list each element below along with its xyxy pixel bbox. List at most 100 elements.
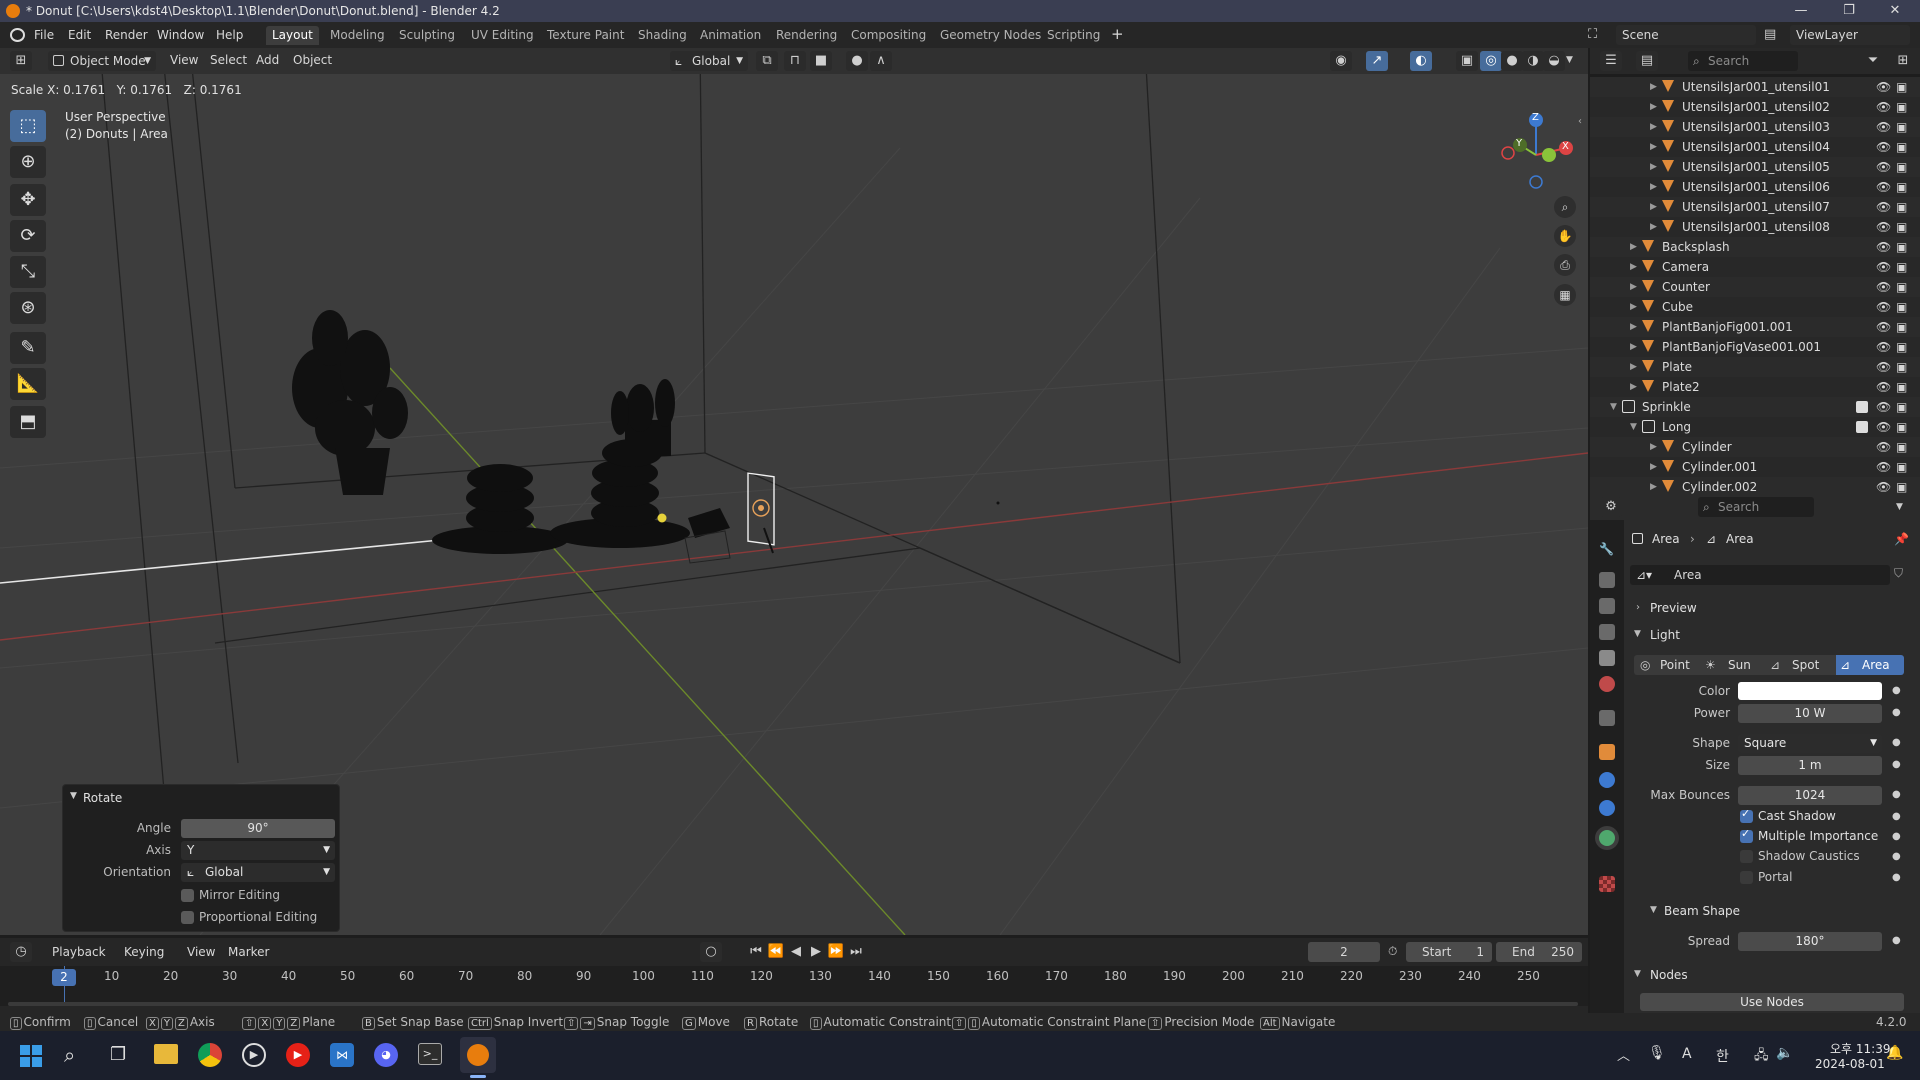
chevron-right-icon[interactable]: ▶ bbox=[1650, 437, 1657, 457]
transform-tool[interactable]: ⊛ bbox=[10, 292, 46, 324]
eye-icon[interactable]: 👁 bbox=[1876, 437, 1891, 457]
outliner-row[interactable]: ▶ PlantBanjoFigVase001.001 👁 ▣ bbox=[1590, 337, 1920, 357]
light-type-point[interactable]: Point bbox=[1660, 658, 1690, 672]
eye-icon[interactable]: 👁 bbox=[1876, 177, 1891, 197]
chevron-right-icon[interactable]: ▶ bbox=[1650, 177, 1657, 197]
minimize-icon[interactable]: — bbox=[1778, 0, 1824, 22]
start-frame-field[interactable]: Start 1 bbox=[1406, 942, 1492, 962]
spread-field[interactable]: 180° bbox=[1738, 932, 1882, 951]
transform-orientation-dropdown[interactable]: ⟀ Global ▼ bbox=[670, 51, 748, 71]
new-collection-icon[interactable]: ⊞ bbox=[1892, 51, 1914, 71]
view-layer-selector[interactable]: ViewLayer bbox=[1790, 25, 1910, 45]
chevron-right-icon[interactable]: ▶ bbox=[1650, 117, 1657, 137]
camera-restrict-icon[interactable]: ▣ bbox=[1896, 257, 1907, 277]
object-mode-dropdown[interactable]: Object Mode ▼ bbox=[48, 51, 156, 71]
max-bounces-field[interactable]: 1024 bbox=[1738, 786, 1882, 805]
outliner-row[interactable]: ▼ Sprinkle 👁 ▣ bbox=[1590, 397, 1920, 417]
keyframe-dot-icon[interactable]: ● bbox=[1892, 851, 1901, 862]
search-icon[interactable]: ⌕ bbox=[64, 1043, 75, 1067]
chevron-right-icon[interactable]: ▶ bbox=[1650, 77, 1657, 97]
eye-icon[interactable]: 👁 bbox=[1876, 377, 1891, 397]
eye-icon[interactable]: 👁 bbox=[1876, 217, 1891, 237]
visibility-icon[interactable]: ◉ bbox=[1330, 51, 1352, 71]
eye-icon[interactable]: 👁 bbox=[1876, 197, 1891, 217]
chevron-right-icon[interactable]: ▶ bbox=[1630, 337, 1637, 357]
beam-shape-panel-header[interactable]: Beam Shape bbox=[1664, 904, 1740, 918]
multiple-importance-checkbox[interactable] bbox=[1740, 827, 1753, 843]
chevron-right-icon[interactable]: ▶ bbox=[1630, 357, 1637, 377]
keyframe-dot-icon[interactable]: ● bbox=[1892, 831, 1901, 842]
preview-panel-header[interactable]: Preview bbox=[1650, 601, 1697, 615]
camera-restrict-icon[interactable]: ▣ bbox=[1896, 117, 1907, 137]
cast-shadow-checkbox[interactable] bbox=[1740, 807, 1753, 823]
outliner-row[interactable]: ▶ Cylinder.001 👁 ▣ bbox=[1590, 457, 1920, 477]
keyframe-dot-icon[interactable]: ● bbox=[1892, 789, 1901, 800]
portal-checkbox[interactable] bbox=[1740, 871, 1753, 884]
eye-icon[interactable]: 👁 bbox=[1876, 237, 1891, 257]
close-icon[interactable]: ✕ bbox=[1872, 0, 1918, 22]
physics-tab-icon[interactable] bbox=[1599, 800, 1615, 816]
chevron-right-icon[interactable]: ▶ bbox=[1630, 257, 1637, 277]
axis-dropdown[interactable]: Y ▼ bbox=[181, 841, 335, 860]
camera-restrict-icon[interactable]: ▣ bbox=[1896, 437, 1907, 457]
keyframe-dot-icon[interactable]: ● bbox=[1892, 685, 1901, 696]
youtube-music-icon[interactable]: ▶ bbox=[286, 1043, 310, 1067]
play-reverse-icon[interactable]: ◀ bbox=[785, 942, 807, 962]
microphone-icon[interactable]: 🎙 bbox=[1648, 1045, 1666, 1061]
current-frame-field[interactable]: 2 bbox=[1308, 942, 1380, 962]
chrome-icon[interactable] bbox=[198, 1043, 222, 1067]
view-layer-tab-icon[interactable] bbox=[1599, 624, 1615, 640]
chevron-right-icon[interactable]: ▶ bbox=[1650, 137, 1657, 157]
viewport-menu-add[interactable]: Add bbox=[256, 53, 279, 67]
overlays-toggle-icon[interactable]: ◐ bbox=[1410, 51, 1432, 71]
eye-icon[interactable]: 👁 bbox=[1876, 337, 1891, 357]
gizmo-toggle-icon[interactable]: ↗ bbox=[1366, 51, 1388, 71]
material-shading-icon[interactable]: ◑ bbox=[1522, 51, 1544, 71]
chevron-down-icon[interactable]: ▼ bbox=[1634, 629, 1641, 639]
camera-restrict-icon[interactable]: ▣ bbox=[1896, 397, 1907, 417]
outliner-row[interactable]: ▶ UtensilsJar001_utensil06 👁 ▣ bbox=[1590, 177, 1920, 197]
falloff-icon[interactable]: ∧ bbox=[870, 51, 892, 71]
camera-restrict-icon[interactable]: ▣ bbox=[1896, 297, 1907, 317]
chevron-down-icon[interactable]: ▼ bbox=[70, 791, 77, 801]
timeline-menu-view[interactable]: View bbox=[187, 945, 215, 959]
chevron-down-icon[interactable]: ▼ bbox=[1566, 55, 1573, 65]
power-field[interactable]: 10 W bbox=[1738, 704, 1882, 723]
outliner-row[interactable]: ▶ Backsplash 👁 ▣ bbox=[1590, 237, 1920, 257]
keyframe-dot-icon[interactable]: ● bbox=[1892, 759, 1901, 770]
blender-menu-icon[interactable] bbox=[10, 28, 25, 42]
keyframe-dot-icon[interactable]: ● bbox=[1892, 935, 1901, 946]
scene-selector[interactable]: Scene bbox=[1616, 25, 1756, 45]
outliner-row[interactable]: ▶ Cylinder 👁 ▣ bbox=[1590, 437, 1920, 457]
outliner-row[interactable]: ▶ Plate2 👁 ▣ bbox=[1590, 377, 1920, 397]
outliner-row[interactable]: ▶ UtensilsJar001_utensil02 👁 ▣ bbox=[1590, 97, 1920, 117]
navigation-gizmo[interactable]: Z X Y bbox=[1498, 110, 1576, 190]
play-icon[interactable]: ▶ bbox=[805, 942, 827, 962]
chevron-right-icon[interactable]: ▶ bbox=[1650, 157, 1657, 177]
camera-restrict-icon[interactable]: ▣ bbox=[1896, 177, 1907, 197]
camera-restrict-icon[interactable]: ▣ bbox=[1896, 457, 1907, 477]
chevron-down-icon[interactable]: ▼ bbox=[1634, 969, 1641, 979]
eye-icon[interactable]: 👁 bbox=[1876, 417, 1891, 437]
light-datablock-selector[interactable]: ⊿▾ Area bbox=[1630, 565, 1890, 585]
chevron-right-icon[interactable]: ▶ bbox=[1630, 297, 1637, 317]
outliner-search-input[interactable]: ⌕ Search bbox=[1688, 51, 1798, 71]
camera-restrict-icon[interactable]: ▣ bbox=[1896, 357, 1907, 377]
filter-icon[interactable]: ⏷ bbox=[1862, 51, 1884, 71]
keyframe-dot-icon[interactable]: ● bbox=[1892, 707, 1901, 718]
eye-icon[interactable]: 👁 bbox=[1876, 317, 1891, 337]
pin-icon[interactable]: 📌 bbox=[1894, 532, 1909, 546]
chevron-right-icon[interactable]: ▶ bbox=[1630, 277, 1637, 297]
light-type-area[interactable]: Area bbox=[1862, 658, 1890, 672]
outliner-row[interactable]: ▶ Plate 👁 ▣ bbox=[1590, 357, 1920, 377]
restore-icon[interactable]: ❐ bbox=[1826, 0, 1872, 22]
scene-icon[interactable]: ⛶ bbox=[1588, 27, 1597, 42]
chevron-right-icon[interactable]: › bbox=[1636, 602, 1640, 613]
light-panel-header[interactable]: Light bbox=[1650, 628, 1680, 642]
tab-shading[interactable]: Shading bbox=[632, 26, 693, 45]
xray-icon[interactable]: ▣ bbox=[1456, 51, 1478, 71]
use-nodes-button[interactable]: Use Nodes bbox=[1640, 993, 1904, 1011]
pivot-icon[interactable]: ⧉ bbox=[756, 51, 778, 71]
jump-keyframe-back-icon[interactable]: ⏪ bbox=[765, 942, 787, 962]
camera-restrict-icon[interactable]: ▣ bbox=[1896, 337, 1907, 357]
